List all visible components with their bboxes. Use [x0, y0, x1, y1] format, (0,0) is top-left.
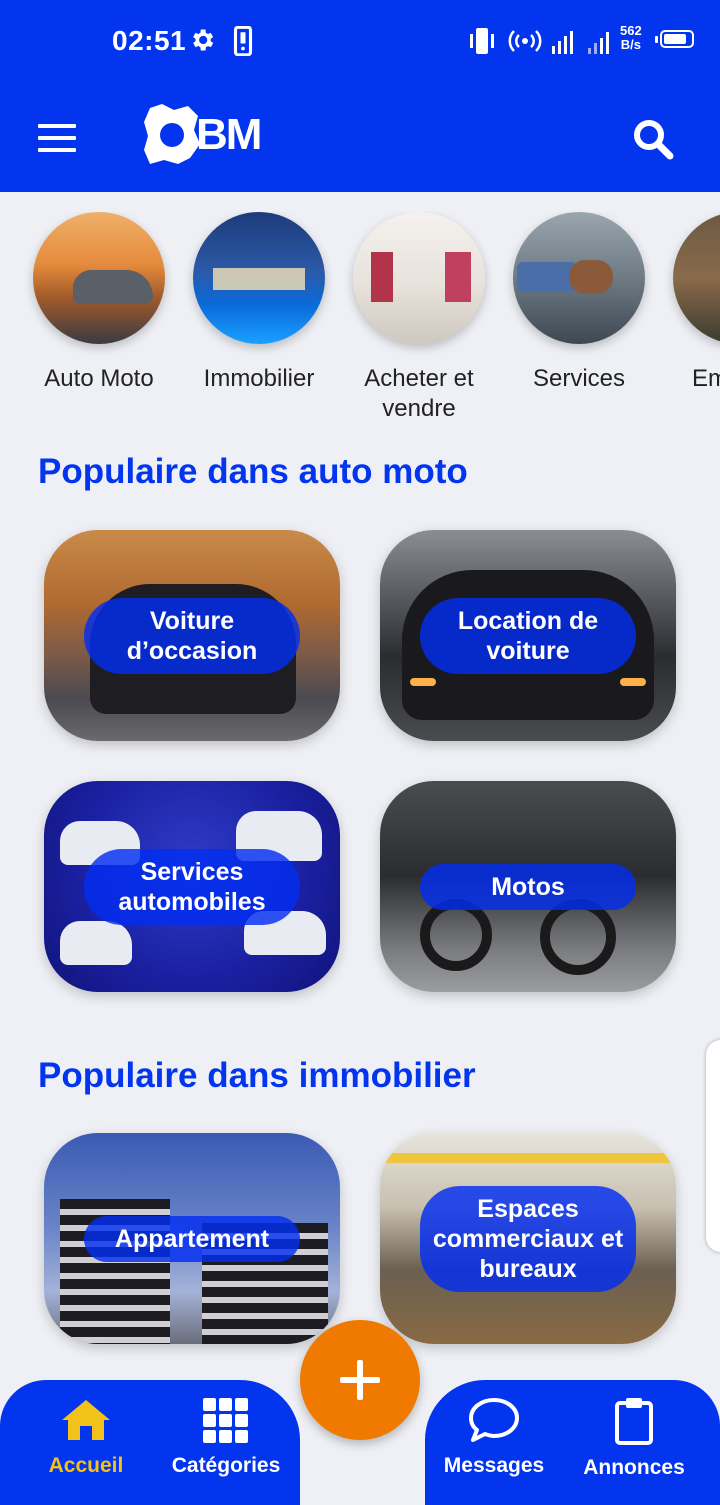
logo-text: BM: [196, 110, 262, 159]
category-auto-moto[interactable]: Auto Moto: [24, 212, 174, 394]
nav-label: Accueil: [48, 1454, 124, 1477]
nav-annonces[interactable]: Annonces: [564, 1396, 704, 1480]
category-immobilier[interactable]: Immobilier: [184, 212, 334, 394]
phone-icon: [233, 26, 253, 56]
nav-label: Catégories: [171, 1454, 281, 1477]
category-image: [673, 212, 720, 344]
status-bar: 02:51 562 B/s: [0, 22, 720, 58]
category-image: [33, 212, 165, 344]
home-icon: [62, 1400, 110, 1440]
card-label: Appartement: [84, 1215, 300, 1262]
nav-label: Messages: [443, 1454, 545, 1477]
category-label: Immobilier: [203, 365, 315, 392]
hotspot-icon: [508, 30, 542, 52]
app-logo: BM: [142, 100, 262, 170]
category-emploi[interactable]: Em: [664, 212, 720, 394]
clipboard-icon: [615, 1398, 653, 1445]
category-image: [193, 212, 325, 344]
card-services-automobiles[interactable]: Services automobiles: [44, 781, 340, 992]
add-listing-button[interactable]: [300, 1320, 420, 1440]
card-label: Espaces commerciaux et bureaux: [420, 1185, 636, 1292]
status-time: 02:51: [112, 25, 187, 56]
app-header: 02:51 562 B/s BM: [0, 0, 720, 192]
net-speed: 562 B/s: [620, 24, 642, 52]
vibrate-icon: [470, 28, 494, 54]
nav-accueil[interactable]: Accueil: [16, 1396, 156, 1478]
battery-icon: [655, 30, 694, 48]
category-row: Auto Moto Immobilier Acheter et vendre S…: [0, 212, 720, 432]
category-label: Em: [692, 365, 720, 392]
signal-icon: [588, 32, 609, 54]
card-label: Location de voiture: [420, 597, 636, 674]
category-image: [353, 212, 485, 344]
category-services[interactable]: Services: [504, 212, 654, 394]
category-acheter-vendre[interactable]: Acheter et vendre: [344, 212, 494, 424]
menu-icon[interactable]: [38, 124, 76, 152]
net-speed-value: 562: [620, 23, 642, 38]
nav-messages[interactable]: Messages: [424, 1396, 564, 1478]
category-label: Auto Moto: [44, 365, 154, 392]
signal-4g-icon: [552, 31, 573, 54]
card-location-voiture[interactable]: Location de voiture: [380, 530, 676, 741]
section-title-auto-moto: Populaire dans auto moto: [38, 452, 468, 491]
card-label: Services automobiles: [84, 848, 300, 925]
settings-icon: [193, 29, 214, 51]
nav-label: Annonces: [583, 1456, 685, 1479]
nav-categories[interactable]: Catégories: [156, 1396, 296, 1478]
card-voiture-occasion[interactable]: Voiture d’occasion: [44, 530, 340, 741]
section-title-immobilier: Populaire dans immobilier: [38, 1056, 476, 1095]
card-label: Motos: [420, 863, 636, 910]
category-label: Acheter et vendre: [364, 365, 474, 422]
card-motos[interactable]: Motos: [380, 781, 676, 992]
side-drawer-tab[interactable]: [706, 1040, 720, 1252]
logo-badge: [142, 102, 202, 168]
card-espaces-commerciaux[interactable]: Espaces commerciaux et bureaux: [380, 1133, 676, 1344]
card-label: Voiture d’occasion: [84, 597, 300, 674]
category-label: Services: [532, 365, 626, 392]
card-appartement[interactable]: Appartement: [44, 1133, 340, 1344]
grid-icon: [203, 1398, 248, 1443]
net-speed-unit: B/s: [620, 37, 641, 52]
category-image: [513, 212, 645, 344]
search-icon[interactable]: [632, 118, 674, 160]
chat-icon: [469, 1398, 519, 1442]
